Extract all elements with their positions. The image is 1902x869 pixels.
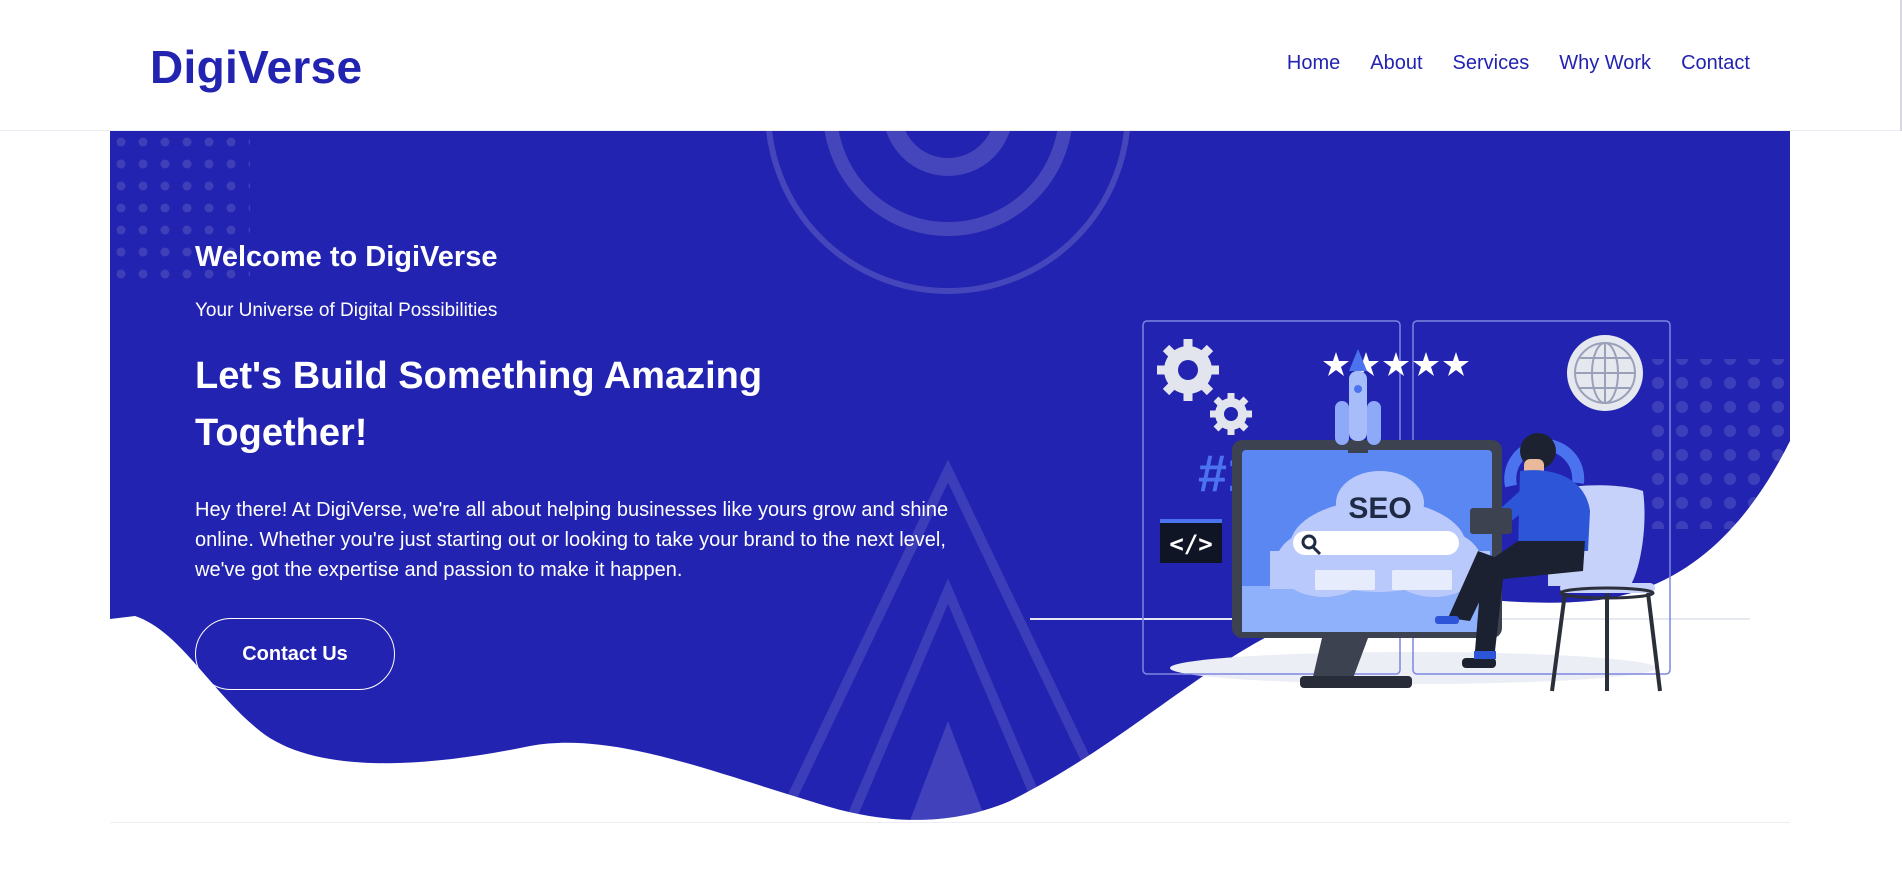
nav-link-contact[interactable]: Contact (1681, 52, 1750, 75)
contact-us-button[interactable]: Contact Us (195, 618, 395, 690)
tagline: Your Universe of Digital Possibilities (195, 300, 498, 321)
top-navbar: DigiVerse Home About Services Why Work C… (0, 0, 1902, 131)
seo-illustration: #1 </> SEO (1030, 320, 1750, 692)
code-tag-label: </> (1169, 530, 1212, 558)
seo-label: SEO (1348, 492, 1411, 525)
welcome-heading: Welcome to DigiVerse (195, 241, 498, 273)
hero-text: Welcome to DigiVerse Your Universe of Di… (195, 241, 955, 690)
seo-button-right (1392, 570, 1452, 590)
rating-stars (1323, 352, 1469, 376)
nav-link-why-work[interactable]: Why Work (1559, 52, 1651, 75)
hero-intro: Hey there! At DigiVerse, we're all about… (195, 499, 949, 581)
section-divider (110, 822, 1790, 823)
nav-link-home[interactable]: Home (1287, 52, 1340, 75)
seo-button-left (1315, 570, 1375, 590)
globe-icon (1567, 335, 1643, 411)
hero-section: Welcome to DigiVerse Your Universe of Di… (110, 131, 1790, 823)
hero-headline: Let's Build Something Amazing Together! (195, 355, 763, 454)
gear-icon (1157, 339, 1252, 435)
nav-link-services[interactable]: Services (1453, 52, 1530, 75)
nav-links: Home About Services Why Work Contact (1287, 52, 1750, 75)
nav-link-about[interactable]: About (1370, 52, 1422, 75)
code-tag-icon: </> (1160, 519, 1222, 563)
brand-logo[interactable]: DigiVerse (150, 40, 362, 94)
